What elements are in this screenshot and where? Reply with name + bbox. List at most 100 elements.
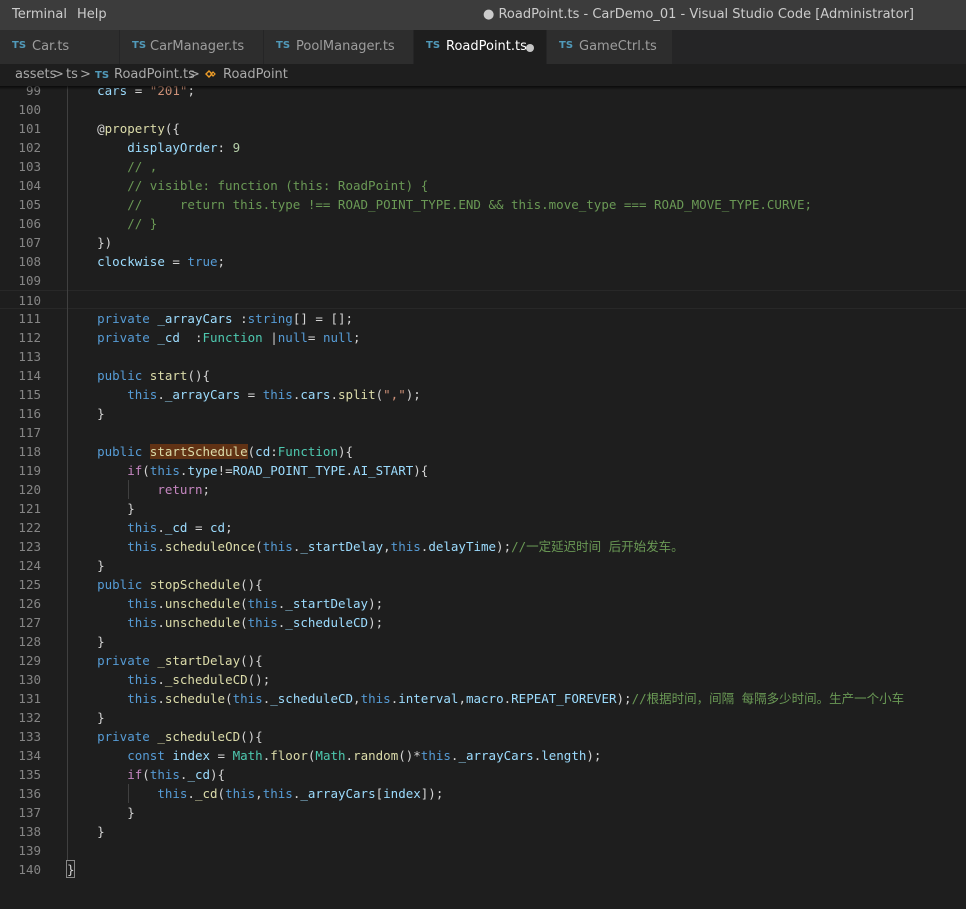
code-line[interactable]: 129 private _startDelay(){ (0, 651, 966, 670)
line-text: @property({ (67, 121, 180, 136)
code-line[interactable]: 127 this.unschedule(this._scheduleCD); (0, 613, 966, 632)
line-number: 106 (18, 216, 41, 231)
code-line[interactable]: 122 this._cd = cd; (0, 518, 966, 537)
ts-file-icon: TS (276, 40, 291, 51)
code-line[interactable]: 124 } (0, 556, 966, 575)
ts-file-icon: TS (426, 40, 441, 51)
line-text: } (67, 710, 105, 725)
code-line[interactable]: 117 (0, 423, 966, 442)
code-line[interactable]: 120 return; (0, 480, 966, 499)
line-number: 125 (18, 577, 41, 592)
line-number: 127 (18, 615, 41, 630)
breadcrumb-assets[interactable]: assets (15, 67, 56, 82)
code-line[interactable]: 123 this.scheduleOnce(this._startDelay,t… (0, 537, 966, 556)
code-line[interactable]: 136 this._cd(this,this._arrayCars[index]… (0, 784, 966, 803)
line-text: this._cd(this,this._arrayCars[index]); (157, 786, 444, 801)
line-text: return; (157, 482, 210, 497)
code-line[interactable]: 106 // } (0, 214, 966, 233)
line-number: 120 (18, 482, 41, 497)
tab-poolmanager-ts[interactable]: TS PoolManager.ts (264, 30, 414, 64)
line-text: private _cd :Function |null= null; (97, 330, 361, 345)
code-line[interactable]: 102 displayOrder: 9 (0, 138, 966, 157)
code-line[interactable]: 140} (0, 860, 966, 879)
line-number: 109 (18, 273, 41, 288)
window-title: ● RoadPoint.ts - CarDemo_01 - Visual Stu… (483, 7, 914, 22)
line-number: 135 (18, 767, 41, 782)
line-number: 103 (18, 159, 41, 174)
code-line[interactable]: 116 } (0, 404, 966, 423)
code-line[interactable]: 130 this._scheduleCD(); (0, 670, 966, 689)
class-symbol-icon (205, 70, 216, 78)
line-number: 101 (18, 121, 41, 136)
line-text: if(this._cd){ (127, 767, 226, 782)
code-line[interactable]: 115 this._arrayCars = this.cars.split(",… (0, 385, 966, 404)
code-line[interactable]: 108 clockwise = true; (0, 252, 966, 271)
code-line[interactable]: 109 (0, 271, 966, 290)
breadcrumb-ts[interactable]: ts (66, 67, 78, 82)
code-line[interactable]: 132 } (0, 708, 966, 727)
indent-guide (128, 480, 129, 499)
code-line[interactable]: 128 } (0, 632, 966, 651)
line-number: 117 (18, 425, 41, 440)
code-line[interactable]: 113 (0, 347, 966, 366)
code-line[interactable]: 121 } (0, 499, 966, 518)
line-text: } (67, 634, 105, 649)
tab-gamectrl-ts[interactable]: TS GameCtrl.ts (547, 30, 673, 64)
code-line[interactable]: 138 } (0, 822, 966, 841)
line-number: 122 (18, 520, 41, 535)
tab-label: PoolManager.ts (296, 39, 395, 54)
code-line[interactable]: 139 (0, 841, 966, 860)
indent-guide (67, 86, 68, 860)
line-text: } (67, 501, 135, 516)
line-number: 123 (18, 539, 41, 554)
code-line[interactable]: 114 public start(){ (0, 366, 966, 385)
line-number: 131 (18, 691, 41, 706)
line-text: displayOrder: 9 (127, 140, 241, 155)
breadcrumb-file[interactable]: RoadPoint.ts (114, 67, 195, 82)
line-text: } (67, 406, 105, 421)
line-number: 108 (18, 254, 41, 269)
code-line[interactable]: 112 private _cd :Function |null= null; (0, 328, 966, 347)
line-number: 102 (18, 140, 41, 155)
menu-help[interactable]: Help (77, 7, 107, 22)
code-line[interactable]: 118 public startSchedule(cd:Function){ (0, 442, 966, 461)
line-number: 116 (18, 406, 41, 421)
code-line[interactable]: 119 if(this.type!=ROAD_POINT_TYPE.AI_STA… (0, 461, 966, 480)
line-number: 110 (18, 293, 41, 308)
unsaved-dot-icon[interactable] (526, 44, 534, 52)
code-line[interactable]: 111 private _arrayCars :string[] = []; (0, 309, 966, 328)
code-line[interactable]: 105 // return this.type !== ROAD_POINT_T… (0, 195, 966, 214)
breadcrumb-symbol[interactable]: RoadPoint (223, 67, 288, 82)
code-line[interactable]: 134 const index = Math.floor(Math.random… (0, 746, 966, 765)
code-line[interactable]: 131 this.schedule(this._scheduleCD,this.… (0, 689, 966, 708)
line-number: 100 (18, 102, 41, 117)
line-number: 129 (18, 653, 41, 668)
code-line[interactable]: 110 (0, 290, 966, 309)
line-text: // } (127, 216, 158, 231)
tab-car-ts[interactable]: TS Car.ts (0, 30, 120, 64)
line-text: const index = Math.floor(Math.random()*t… (127, 748, 602, 763)
line-number: 105 (18, 197, 41, 212)
code-line[interactable]: 135 if(this._cd){ (0, 765, 966, 784)
code-line[interactable]: 100 (0, 100, 966, 119)
tab-carmanager-ts[interactable]: TS CarManager.ts (120, 30, 264, 64)
chevron-right-icon: > (189, 67, 200, 82)
menu-terminal[interactable]: Terminal (12, 7, 67, 22)
code-line[interactable]: 133 private _scheduleCD(){ (0, 727, 966, 746)
line-number: 121 (18, 501, 41, 516)
code-editor[interactable]: 99 cars = "201"; 100 101 @property({102 di… (0, 86, 966, 909)
code-line[interactable]: 126 this.unschedule(this._startDelay); (0, 594, 966, 613)
code-line[interactable]: 107 }) (0, 233, 966, 252)
line-text: public startSchedule(cd:Function){ (97, 444, 354, 459)
line-number: 104 (18, 178, 41, 193)
tab-roadpoint-ts[interactable]: TS RoadPoint.ts (414, 30, 547, 64)
code-line[interactable]: 101 @property({ (0, 119, 966, 138)
code-line[interactable]: 125 public stopSchedule(){ (0, 575, 966, 594)
code-line[interactable]: 137 } (0, 803, 966, 822)
line-number: 137 (18, 805, 41, 820)
line-text: this._scheduleCD(); (127, 672, 271, 687)
code-line[interactable]: 103 // , (0, 157, 966, 176)
code-line[interactable]: 104 // visible: function (this: RoadPoin… (0, 176, 966, 195)
line-number: 140 (18, 862, 41, 877)
line-number: 111 (18, 311, 41, 326)
